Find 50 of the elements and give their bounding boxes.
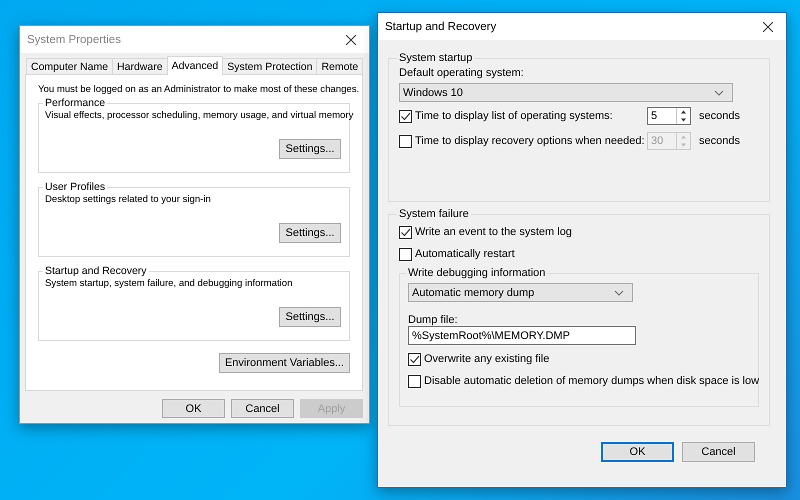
dropdown[interactable]: Windows 10 [399, 83, 733, 102]
tab[interactable]: Remote [316, 58, 364, 74]
group-title: Write debugging information [407, 267, 546, 279]
checkbox[interactable] [399, 110, 412, 122]
checkbox-label: Overwrite any existing file [424, 353, 550, 365]
description-text: Desktop settings related to your sign-in [45, 194, 211, 205]
checkbox[interactable] [399, 248, 412, 260]
tab[interactable]: Computer Name [26, 58, 114, 74]
description-text: Visual effects, processor scheduling, memory usage, and virtual memory [45, 110, 354, 121]
checkbox[interactable] [408, 374, 421, 388]
spin-box[interactable]: 5 [647, 107, 691, 125]
window-title: Startup and Recovery [385, 20, 496, 32]
dump-file-field[interactable]: %SystemRoot%\MEMORY.DMP [408, 326, 636, 345]
checkbox-label: Automatically restart [415, 248, 515, 260]
chevron-icon [614, 290, 624, 296]
dropdown[interactable]: Automatic memory dump [408, 283, 633, 302]
group-title: System startup [398, 52, 474, 64]
dialog-button[interactable]: Cancel [231, 399, 294, 418]
field-label: Default operating system: [399, 67, 525, 79]
close-icon [346, 34, 356, 44]
group-title: Performance [44, 97, 106, 109]
settings-button[interactable]: Settings... [279, 223, 341, 243]
unit-label: seconds [699, 110, 740, 122]
checkbox-label: Time to display list of operating systems: [415, 110, 614, 122]
group-title: Startup and Recovery [44, 265, 148, 277]
environment-variables-button[interactable]: Environment Variables... [218, 353, 350, 373]
notice-text: You must be logged on as an Administrator to make most of these changes. [38, 84, 360, 95]
checkbox-label: Time to display recovery options when needed: [415, 135, 646, 147]
dialog-button[interactable]: Cancel [682, 442, 755, 462]
close-icon [763, 22, 773, 32]
chevron-icon [714, 90, 724, 96]
check-icon [400, 110, 411, 122]
group-title: User Profiles [44, 181, 106, 193]
check-icon [409, 354, 420, 364]
field-label: Dump file: [408, 314, 459, 326]
group-title: System failure [398, 208, 470, 220]
settings-button[interactable]: Settings... [279, 307, 341, 327]
dialog-button[interactable]: OK [601, 442, 674, 462]
tab[interactable]: Advanced [166, 56, 224, 75]
check-icon [400, 226, 411, 238]
unit-label: seconds [699, 135, 740, 147]
description-text: System startup, system failure, and debugging information [45, 278, 292, 289]
checkbox[interactable] [408, 352, 421, 366]
window-title: System Properties [27, 34, 121, 46]
settings-button[interactable]: Settings... [279, 139, 341, 159]
checkbox-label: Disable automatic deletion of memory dumps when disk space is low [424, 375, 760, 387]
checkbox-label: Write an event to the system log [415, 226, 572, 238]
tab[interactable]: System Protection [222, 58, 318, 74]
dialog-button[interactable]: OK [162, 399, 225, 418]
checkbox[interactable] [399, 226, 412, 238]
